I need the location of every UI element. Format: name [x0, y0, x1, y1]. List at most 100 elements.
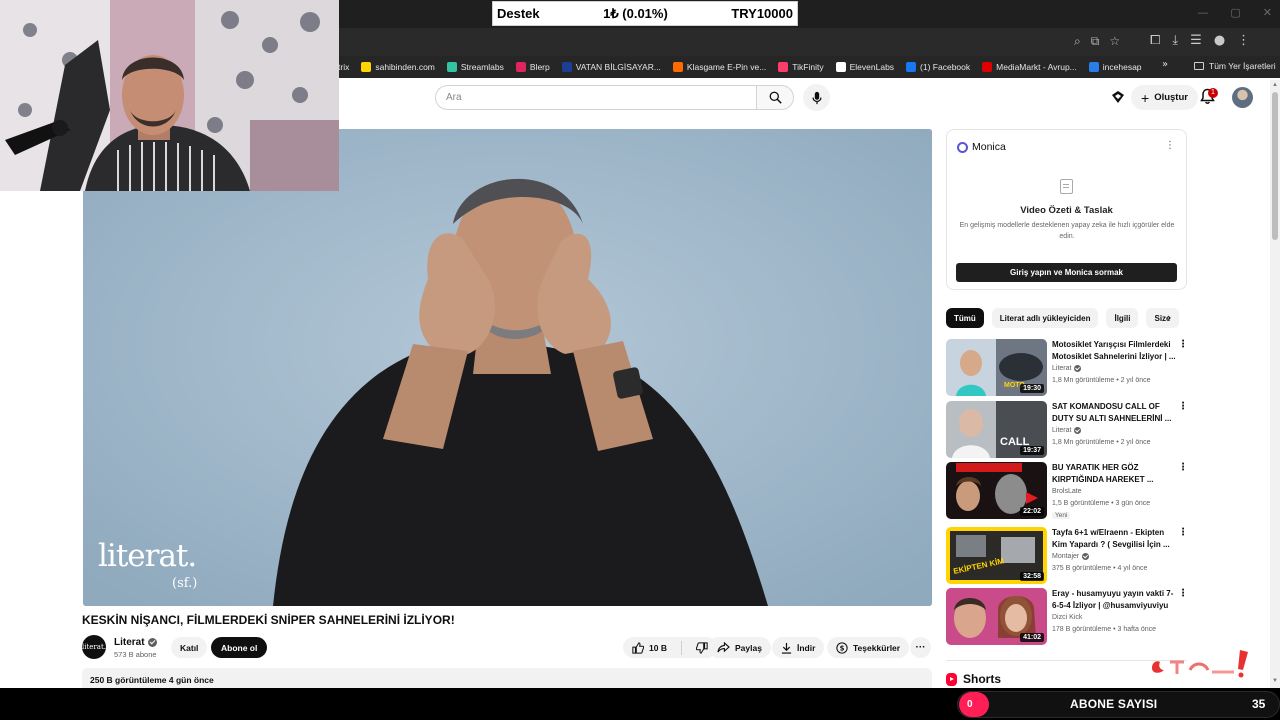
join-button[interactable]: Katıl: [171, 637, 208, 658]
chip-all[interactable]: Tümü: [946, 308, 984, 328]
maximize-icon[interactable]: ▢: [1230, 6, 1240, 19]
menu-icon[interactable]: ⋮: [1237, 33, 1250, 48]
download-button[interactable]: İndir: [772, 637, 825, 658]
download-icon[interactable]: ⤓: [1172, 33, 1178, 48]
bookmark-item[interactable]: Blerp: [515, 62, 550, 72]
profile-icon[interactable]: ●: [1214, 33, 1225, 48]
bookmark-label: MediaMarkt - Avrup...: [996, 62, 1077, 72]
more-actions-button[interactable]: ···: [910, 637, 931, 658]
subscriber-start-badge: 0: [959, 692, 989, 717]
thanks-label: Teşekkürler: [853, 642, 901, 653]
scroll-up-arrow-icon[interactable]: ▲: [1272, 82, 1278, 88]
scroll-down-arrow-icon[interactable]: ▼: [1272, 678, 1278, 684]
more-vertical-icon[interactable]: ⋮: [1178, 527, 1188, 538]
microphone-icon: [811, 91, 822, 104]
subscriber-counter-label: ABONE SAYISI: [1070, 697, 1158, 711]
bookmark-item[interactable]: ElevenLabs: [835, 62, 894, 72]
list-item[interactable]: CALL 19:37 SAT KOMANDOSU CALL OF DUTY SU…: [946, 401, 1188, 459]
bookmark-label: trix: [338, 62, 350, 72]
channel-name[interactable]: Literat: [1052, 365, 1082, 372]
video-thumbnail[interactable]: MOTO 19:30: [946, 339, 1047, 396]
verified-icon: [1074, 427, 1082, 434]
voice-search-button[interactable]: [803, 84, 830, 111]
search-button[interactable]: [756, 85, 794, 110]
channel-label[interactable]: Literat: [1052, 365, 1071, 372]
minimize-icon[interactable]: —: [1197, 6, 1208, 19]
bookmark-favicon-icon: [561, 62, 572, 72]
video-title[interactable]: SAT KOMANDOSU CALL OF DUTY SU ALTI SAHNE…: [1052, 401, 1176, 424]
scrollbar-thumb[interactable]: [1272, 92, 1278, 240]
close-icon[interactable]: ✕: [1263, 6, 1272, 19]
search-input[interactable]: [435, 85, 757, 110]
monica-menu-icon[interactable]: ⋮: [1165, 140, 1175, 151]
bookmarks-overflow-icon[interactable]: »: [1162, 59, 1168, 70]
channel-avatar[interactable]: literat.: [82, 635, 106, 659]
channel-name[interactable]: Montajer: [1052, 553, 1090, 560]
bookmark-item[interactable]: sahibinden.com: [361, 62, 435, 72]
zoom-icon[interactable]: ⌕: [1074, 34, 1081, 49]
video-frame: [83, 129, 932, 606]
chip-for-you[interactable]: Size: [1146, 308, 1179, 328]
channel-label[interactable]: Dizci Kick: [1052, 614, 1082, 621]
bookmark-item[interactable]: incehesap: [1088, 62, 1142, 72]
extension-gem-icon[interactable]: [1111, 90, 1125, 104]
like-button[interactable]: 10 B: [623, 637, 676, 658]
bookmark-item[interactable]: VATAN BİLGİSAYAR...: [561, 62, 661, 72]
bookmark-favicon-icon: [672, 62, 683, 72]
share-button[interactable]: Paylaş: [708, 637, 771, 658]
video-player[interactable]: [83, 129, 932, 606]
extensions-icon[interactable]: ⧠: [1150, 33, 1160, 48]
video-title[interactable]: BU YARATIK HER GÖZ KIRPTIĞINDA HAREKET .…: [1052, 462, 1176, 485]
list-item[interactable]: EKİPTEN KİM 32:58 Tayfa 6+1 w/Elraenn - …: [946, 527, 1188, 585]
chip-from-uploader[interactable]: Literat adlı yükleyiciden: [991, 308, 1099, 328]
donation-ticker: Destek 1₺ (0.01%) TRY10000: [492, 1, 798, 26]
video-thumbnail[interactable]: 41:02: [946, 588, 1047, 645]
donation-label: Destek: [497, 6, 540, 21]
bookmark-item[interactable]: Streamlabs: [446, 62, 504, 72]
create-button[interactable]: + Oluştur: [1131, 85, 1198, 110]
more-vertical-icon[interactable]: ⋮: [1178, 339, 1188, 350]
account-avatar[interactable]: [1232, 87, 1253, 108]
channel-name-label[interactable]: Literat: [114, 637, 145, 648]
install-icon[interactable]: ⧉: [1091, 34, 1100, 49]
verified-icon: [147, 638, 157, 647]
bookmark-item[interactable]: Klasgame E-Pin ve...: [672, 62, 766, 72]
video-title[interactable]: Tayfa 6+1 w/Elraenn - Ekipten Kim Yapard…: [1052, 527, 1176, 550]
video-thumbnail[interactable]: EKİPTEN KİM 32:58: [946, 527, 1047, 584]
reading-list-icon[interactable]: ☰: [1190, 33, 1202, 48]
channel-label[interactable]: Montajer: [1052, 553, 1079, 560]
bookmark-label: incehesap: [1102, 62, 1142, 72]
channel-name[interactable]: Dizci Kick: [1052, 614, 1082, 621]
more-vertical-icon[interactable]: ⋮: [1178, 588, 1188, 599]
subscribe-button[interactable]: Abone ol: [211, 637, 268, 658]
bookmark-item[interactable]: TikFinity: [778, 62, 824, 72]
channel-name[interactable]: BrolsLate: [1052, 488, 1082, 495]
chip-related[interactable]: İlgili: [1106, 308, 1139, 328]
list-item[interactable]: MOTO 19:30 Motosiklet Yarışçısı Filmlerd…: [946, 339, 1188, 397]
more-vertical-icon[interactable]: ⋮: [1178, 462, 1188, 473]
like-separator: [680, 640, 682, 655]
more-vertical-icon[interactable]: ⋮: [1178, 401, 1188, 412]
video-thumbnail[interactable]: CALL 19:37: [946, 401, 1047, 458]
channel-name[interactable]: Literat: [1052, 427, 1082, 434]
list-item[interactable]: 22:02 BU YARATIK HER GÖZ KIRPTIĞINDA HAR…: [946, 462, 1188, 520]
bookmark-item[interactable]: (1) Facebook: [906, 62, 970, 72]
list-item[interactable]: 41:02 Eray - husamyuyu yayın vakti 7-6-5…: [946, 588, 1188, 646]
channel-label[interactable]: BrolsLate: [1052, 488, 1082, 495]
address-bar-actions: ⌕ ⧉ ☆: [1074, 34, 1120, 49]
thanks-button[interactable]: $ Teşekkürler: [827, 637, 910, 658]
bookmark-favicon-icon: [361, 62, 372, 72]
video-title[interactable]: Motosiklet Yarışçısı Filmlerdeki Motosik…: [1052, 339, 1176, 362]
channel-name[interactable]: Literat: [114, 637, 157, 648]
all-bookmarks[interactable]: Tüm Yer İşaretleri: [1194, 61, 1276, 71]
video-title[interactable]: Eray - husamyuyu yayın vakti 7-6-5-4 İzl…: [1052, 588, 1176, 611]
download-icon: [781, 642, 792, 654]
monica-login-button[interactable]: Giriş yapın ve Monica sormak: [956, 263, 1177, 282]
chevron-right-icon[interactable]: ›: [1167, 311, 1171, 324]
bookmark-item[interactable]: MediaMarkt - Avrup...: [982, 62, 1077, 72]
duration-badge: 32:58: [1020, 572, 1044, 581]
channel-label[interactable]: Literat: [1052, 427, 1071, 434]
bookmark-item[interactable]: trix: [338, 62, 349, 72]
video-thumbnail[interactable]: 22:02: [946, 462, 1047, 519]
star-icon[interactable]: ☆: [1109, 34, 1120, 49]
